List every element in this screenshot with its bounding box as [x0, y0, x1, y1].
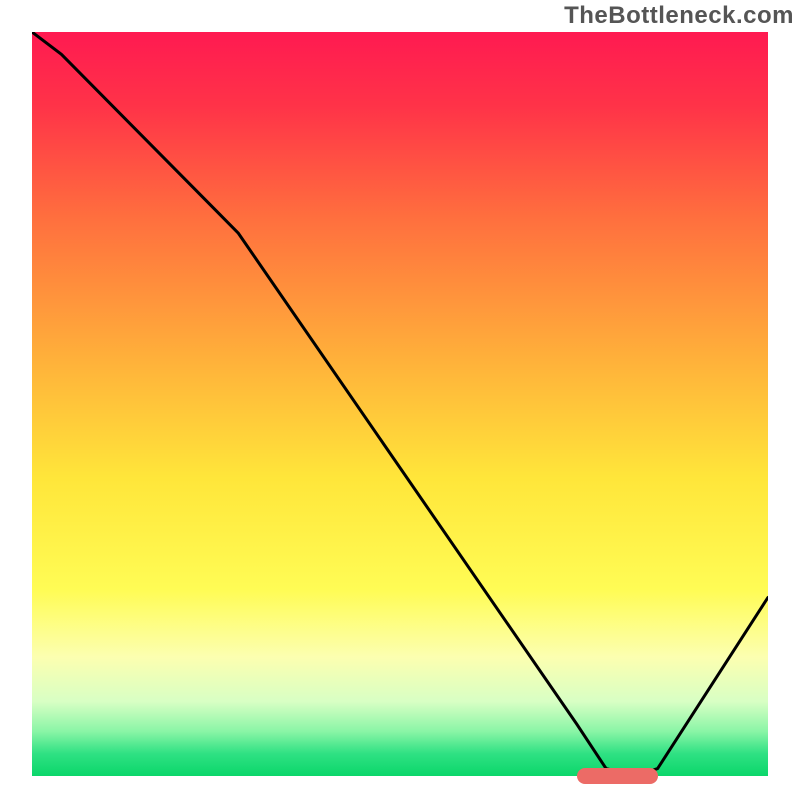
chart-highlight-marker	[577, 768, 658, 784]
chart-background-gradient	[32, 32, 768, 776]
chart-plot-area	[32, 32, 768, 776]
watermark-text: TheBottleneck.com	[564, 2, 794, 30]
